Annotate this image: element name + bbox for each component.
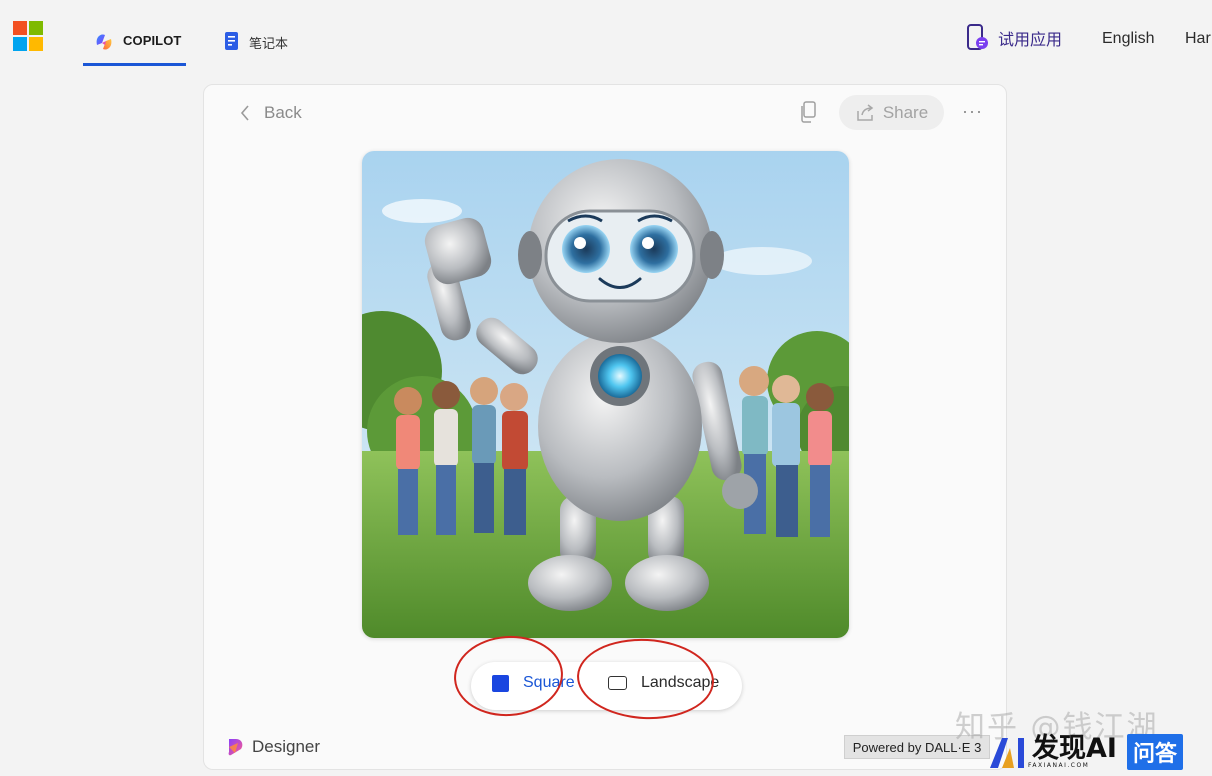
designer-logo-icon (228, 739, 243, 756)
chevron-left-icon (240, 105, 249, 121)
generated-image[interactable] (362, 151, 849, 638)
mobile-app-icon (967, 24, 988, 50)
landscape-icon (608, 676, 627, 690)
more-options-icon[interactable]: ··· (962, 101, 983, 122)
faxianai-brand: 发现AI (1032, 733, 1117, 764)
image-result-card: Back Share ··· Square Landscape Designer… (203, 84, 1007, 770)
copilot-icon (96, 34, 112, 50)
aspect-square-option[interactable]: Square (492, 674, 575, 692)
aspect-landscape-option[interactable]: Landscape (608, 674, 719, 692)
microsoft-logo[interactable] (13, 21, 43, 51)
back-label: Back (264, 103, 302, 122)
faxianai-logo-icon (990, 738, 1024, 768)
top-bar: COPILOT 笔记本 试用应用 English Har (0, 0, 1212, 70)
aspect-ratio-selector: Square Landscape (471, 662, 742, 710)
copy-icon[interactable] (799, 101, 817, 123)
notebook-icon (225, 32, 238, 50)
tab-notebook[interactable]: 笔记本 (223, 26, 288, 66)
qa-badge: 问答 (1126, 734, 1183, 770)
share-button[interactable]: Share (839, 95, 944, 130)
try-app-label: 试用应用 (998, 32, 1063, 49)
language-selector[interactable]: English (1102, 30, 1154, 48)
share-label: Share (882, 102, 929, 122)
share-icon (857, 103, 874, 121)
robot-illustration (362, 151, 849, 638)
try-app-link[interactable]: 试用应用 (966, 24, 1062, 52)
back-button[interactable]: Back (240, 103, 302, 123)
aspect-landscape-label: Landscape (641, 674, 720, 691)
aspect-square-label: Square (523, 674, 575, 691)
designer-brand[interactable]: Designer (226, 737, 320, 757)
faxianai-domain: FAXIANAI.COM (1028, 762, 1090, 769)
square-icon (492, 674, 509, 692)
tab-copilot[interactable]: COPILOT (83, 26, 186, 66)
nav-item-truncated[interactable]: Har (1185, 30, 1211, 48)
faxianai-watermark: 发现AI FAXIANAI.COM 问答 (988, 728, 1212, 776)
tab-notebook-label: 笔记本 (249, 36, 289, 51)
tab-copilot-label: COPILOT (123, 33, 182, 48)
designer-label: Designer (252, 737, 321, 756)
